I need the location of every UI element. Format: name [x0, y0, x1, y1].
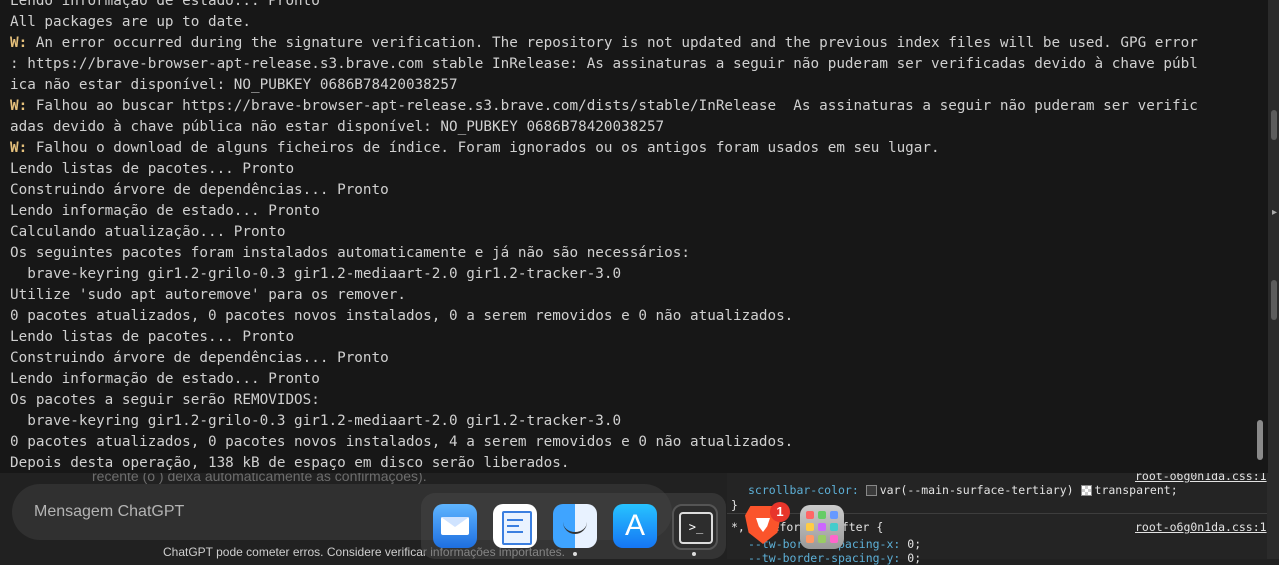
terminal-line: Calculando atualização... Pronto	[10, 222, 1198, 243]
terminal-line: adas devido à chave pública não estar di…	[10, 117, 1198, 138]
terminal-line-text: brave-keyring gir1.2-grilo-0.3 gir1.2-me…	[10, 413, 622, 429]
terminal-line: Lendo informação de estado... Pronto	[10, 0, 1198, 12]
devtools-scroll-thumb[interactable]	[1271, 110, 1277, 140]
terminal-line-text: Os pacotes a seguir serão REMOVIDOS:	[10, 392, 320, 408]
terminal-line: : https://brave-browser-apt-release.s3.b…	[10, 54, 1198, 75]
terminal-line: Lendo listas de pacotes... Pronto	[10, 327, 1198, 348]
terminal-line: W: Falhou o download de alguns ficheiros…	[10, 138, 1198, 159]
css-value: var(--main-surface-tertiary)	[879, 483, 1074, 497]
css-property: scrollbar-color:	[748, 483, 859, 497]
css-value: 0;	[907, 537, 922, 551]
terminal-scrollbar[interactable]	[1254, 0, 1268, 473]
app-store-icon[interactable]: A	[613, 504, 657, 548]
terminal-line-text: adas devido à chave pública não estar di…	[10, 119, 665, 135]
devtools-scrollbar[interactable]: ▸	[1267, 0, 1279, 559]
terminal-line: Lendo informação de estado... Pronto	[10, 201, 1198, 222]
terminal-line-text: brave-keyring gir1.2-grilo-0.3 gir1.2-me…	[10, 266, 622, 282]
terminal-line-text: All packages are up to date.	[10, 14, 252, 30]
textedit-icon[interactable]	[493, 504, 537, 548]
terminal-line-text: 0 pacotes atualizados, 0 pacotes novos i…	[10, 308, 794, 324]
terminal-line-text: Falhou ao buscar https://brave-browser-a…	[27, 98, 1198, 114]
terminal-line-text: Lendo informação de estado... Pronto	[10, 371, 320, 387]
notification-badge: 1	[770, 502, 790, 522]
launchpad-icon[interactable]	[800, 505, 844, 549]
terminal-line: Lendo informação de estado... Pronto	[10, 369, 1198, 390]
css-source-link-2[interactable]: root-o6g0n1da.css:1	[1135, 520, 1267, 534]
terminal-line: Depois desta operação, 138 kB de espaço …	[10, 453, 1198, 473]
terminal-line: W: An error occurred during the signatur…	[10, 33, 1198, 54]
terminal-line: Construindo árvore de dependências... Pr…	[10, 180, 1198, 201]
terminal-line: Os seguintes pacotes foram instalados au…	[10, 243, 1198, 264]
terminal-line-text: Construindo árvore de dependências... Pr…	[10, 350, 389, 366]
warning-prefix: W:	[10, 35, 28, 51]
finder-icon[interactable]	[553, 504, 597, 548]
terminal-line: Utilize 'sudo apt autoremove' para os re…	[10, 285, 1198, 306]
mail-icon[interactable]	[433, 504, 477, 548]
terminal-line-text: Os seguintes pacotes foram instalados au…	[10, 245, 690, 261]
terminal-line-text: Falhou o download de alguns ficheiros de…	[27, 140, 940, 156]
terminal-line: Lendo listas de pacotes... Pronto	[10, 159, 1198, 180]
css-property: --tw-border-spacing-y:	[748, 551, 901, 565]
terminal-line-text: Construindo árvore de dependências... Pr…	[10, 182, 389, 198]
terminal-line-text: Lendo informação de estado... Pronto	[10, 0, 320, 9]
terminal-line: 0 pacotes atualizados, 0 pacotes novos i…	[10, 306, 1198, 327]
terminal-line-text: Depois desta operação, 138 kB de espaço …	[10, 455, 570, 471]
terminal-line: Construindo árvore de dependências... Pr…	[10, 348, 1198, 369]
devtools-scroll-thumb-2[interactable]	[1271, 280, 1277, 320]
terminal-line-text: An error occurred during the signature v…	[27, 35, 1198, 51]
terminal-line: brave-keyring gir1.2-grilo-0.3 gir1.2-me…	[10, 264, 1198, 285]
running-indicator	[692, 552, 696, 556]
terminal-line-text: Lendo listas de pacotes... Pronto	[10, 161, 295, 177]
terminal-line-text: Calculando atualização... Pronto	[10, 224, 286, 240]
terminal-line: ica não estar disponível: NO_PUBKEY 0686…	[10, 75, 1198, 96]
running-indicator	[573, 552, 577, 556]
terminal-line-text: : https://brave-browser-apt-release.s3.b…	[10, 56, 1198, 72]
chat-input-placeholder: Mensagem ChatGPT	[34, 503, 185, 520]
terminal-scroll-thumb[interactable]	[1257, 420, 1263, 460]
terminal-line: 0 pacotes atualizados, 0 pacotes novos i…	[10, 432, 1198, 453]
terminal-line: Os pacotes a seguir serão REMOVIDOS:	[10, 390, 1198, 411]
terminal-line-text: 0 pacotes atualizados, 0 pacotes novos i…	[10, 434, 794, 450]
terminal-line-text: Lendo listas de pacotes... Pronto	[10, 329, 295, 345]
terminal-icon[interactable]: >_	[672, 504, 718, 550]
css-value: transparent;	[1094, 483, 1178, 497]
terminal-line: All packages are up to date.	[10, 12, 1198, 33]
warning-prefix: W:	[10, 98, 28, 114]
terminal-line: W: Falhou ao buscar https://brave-browse…	[10, 96, 1198, 117]
terminal-line: brave-keyring gir1.2-grilo-0.3 gir1.2-me…	[10, 411, 1198, 432]
terminal-output: Lendo informação de estado... Pronto All …	[10, 0, 1198, 473]
terminal-line-text: Utilize 'sudo apt autoremove' para os re…	[10, 287, 406, 303]
terminal-window[interactable]: Lendo informação de estado... Pronto All …	[0, 0, 1268, 473]
scroll-arrow-icon[interactable]: ▸	[1272, 207, 1277, 218]
css-value: 0;	[907, 551, 922, 565]
css-rule-close: }	[731, 498, 738, 512]
color-swatch-transparent[interactable]	[1080, 485, 1092, 496]
warning-prefix: W:	[10, 140, 28, 156]
terminal-line-text: Lendo informação de estado... Pronto	[10, 203, 320, 219]
terminal-line-text: ica não estar disponível: NO_PUBKEY 0686…	[10, 77, 458, 93]
color-swatch[interactable]	[865, 485, 877, 496]
